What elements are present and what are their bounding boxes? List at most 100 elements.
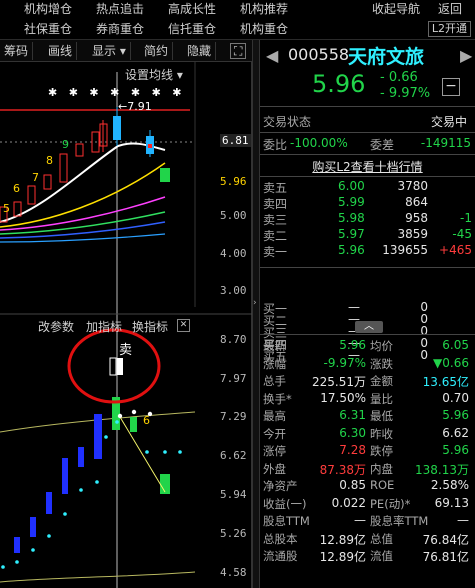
stat-label: 均价 — [370, 339, 393, 353]
change-params-button[interactable]: 改参数 — [38, 318, 74, 335]
trade-status-row: 交易状态 交易中 — [260, 113, 475, 130]
stat-value: 87.38万 — [319, 462, 366, 477]
menu-institutional-increase[interactable]: 机构增仓 — [24, 0, 72, 17]
stat-row: 涨停 7.28 跌停 5.96 — [260, 443, 475, 460]
sub-line — [119, 416, 166, 493]
stat-label: 今开 — [263, 426, 286, 441]
next-stock-icon[interactable]: ▶ — [460, 46, 472, 65]
stat-label: 量比 — [370, 391, 393, 406]
switch-indicator-button[interactable]: 换指标 — [132, 318, 168, 335]
ask-change: -45 — [452, 227, 472, 241]
menu-high-growth[interactable]: 高成长性 — [168, 0, 216, 17]
stat-row: 换手* 17.50% 量比 0.70 — [260, 391, 475, 408]
stat-value: 6.31 — [339, 408, 366, 422]
ask-level-row[interactable]: 卖二 5.97 3859 -45 — [260, 227, 475, 244]
menu-collapse-nav[interactable]: 收起导航 — [372, 0, 420, 17]
stat-label: 外盘 — [263, 461, 286, 476]
collapse-orderbook-icon[interactable]: ︿ — [355, 321, 383, 333]
stat-value: 17.50% — [320, 390, 366, 405]
sell-signal-circle — [67, 328, 161, 404]
stock-name: 天府文旅 — [348, 46, 425, 68]
display-dropdown[interactable]: 显示 ▾ — [88, 42, 131, 60]
ask-level-row[interactable]: 卖四 5.99 864 — [260, 195, 475, 212]
stat-value: — — [354, 513, 366, 527]
menu-broker-holdings[interactable]: 券商重仓 — [96, 20, 144, 37]
stat-row: 收益(一) 0.022 PE(动)* 69.13 — [260, 496, 475, 513]
td-count: 5 — [3, 202, 10, 215]
stat-label: 股息率TTM — [370, 514, 429, 528]
remove-watchlist-icon[interactable]: − — [442, 78, 460, 96]
stat-row: 净资产 0.85 ROE 2.58% — [260, 478, 475, 495]
td-count: 6 — [13, 182, 20, 195]
l2-promo-link[interactable]: 购买L2查看十档行情 — [312, 160, 422, 174]
stat-label: 涨幅 — [263, 356, 286, 371]
stat-value: 13.65亿 — [422, 375, 469, 389]
stat-value: 138.13万 — [415, 462, 469, 477]
close-indicator-icon[interactable]: ✕ — [177, 319, 190, 332]
menu-back[interactable]: 返回 — [438, 0, 462, 17]
ask-price: 5.97 — [338, 227, 365, 241]
stat-row: 最高 6.31 最低 5.96 — [260, 408, 475, 425]
ask-level-row[interactable]: 卖三 5.98 958 -1 — [260, 211, 475, 228]
ma-settings-dropdown[interactable]: 设置均线 ▾ — [125, 66, 183, 83]
menu-social-security[interactable]: 社保重仓 — [24, 20, 72, 37]
menu-hotspot[interactable]: 热点追击 — [96, 0, 144, 17]
sub-axis-label: 7.97 — [220, 372, 247, 385]
stat-label: 最低 — [370, 409, 393, 423]
stat-value: -9.97% — [323, 355, 366, 370]
ask-label: 卖三 — [263, 213, 288, 227]
kline-chart-pane[interactable]: 设置均线 ▾ ✱ ✱ ✱ ✱ ✱ ✱ ✱ ←7.91 5 6 7 8 9 6.8… — [0, 62, 252, 588]
ask-price: 5.96 — [338, 243, 365, 257]
sub-bar — [46, 492, 52, 514]
ask-level-row[interactable]: 卖五 6.00 3780 — [260, 179, 475, 196]
menu-institution-holdings[interactable]: 机构重仓 — [240, 20, 288, 37]
stock-code: 000558 — [288, 45, 350, 64]
simple-button[interactable]: 简约 — [140, 42, 174, 60]
chips-button[interactable]: 筹码 — [0, 42, 34, 60]
price-label-prev-close: 6.81 — [220, 134, 251, 147]
stat-value: 0.70 — [442, 390, 469, 405]
draw-line-button[interactable]: 画线 — [44, 42, 78, 60]
stat-value: 76.81亿 — [422, 550, 469, 564]
weicha-label: 委差 — [370, 138, 395, 152]
stock-change: - 0.66 — [380, 70, 418, 85]
l2-open-badge[interactable]: L2开通 — [427, 21, 471, 37]
sell-signal-label: 卖 — [119, 343, 133, 358]
candle — [75, 143, 84, 157]
weibi-value: -100.00% — [290, 136, 348, 150]
hide-button[interactable]: 隐藏 — [183, 42, 217, 60]
stat-value: 5.96 — [442, 443, 469, 457]
stat-row: 总手 225.51万 金额 13.65亿 — [260, 373, 475, 390]
add-indicator-button[interactable]: 加指标 — [86, 318, 122, 335]
stat-label: 股息TTM — [263, 514, 310, 528]
ask-label: 卖四 — [263, 197, 288, 211]
stat-row: 流通股 12.89亿 流值 76.81亿 — [260, 548, 475, 565]
sub-axis-label: 8.70 — [220, 333, 247, 346]
ask-volume: 3780 — [397, 179, 428, 193]
stat-value: ▼0.66 — [433, 355, 469, 370]
stat-value: 6.62 — [442, 425, 469, 440]
td-count: 8 — [46, 154, 53, 167]
stat-row: 总股本 12.89亿 总值 76.84亿 — [260, 531, 475, 548]
pane-splitter[interactable]: › — [252, 40, 260, 588]
stock-price: 5.96 — [312, 70, 366, 98]
stat-label: 昨收 — [370, 426, 393, 441]
stat-label: 总值 — [370, 531, 393, 546]
chevron-right-icon[interactable]: › — [253, 298, 257, 308]
menu-trust-holdings[interactable]: 信托重仓 — [168, 20, 216, 37]
stat-row: 今开 6.30 昨收 6.62 — [260, 426, 475, 443]
ask-level-row[interactable]: 卖一 5.96 139655 +465 — [260, 243, 475, 260]
fullscreen-icon[interactable]: ⛶ — [230, 43, 247, 59]
ask-change: -1 — [460, 211, 472, 225]
ma20-line — [0, 196, 166, 231]
weibi-label: 委比 — [263, 138, 288, 152]
stat-value: 225.51万 — [312, 375, 366, 389]
trade-status-value: 交易中 — [430, 115, 467, 129]
menu-institutional-recommend[interactable]: 机构推荐 — [240, 0, 288, 17]
price-axis-label: 5.00 — [220, 209, 247, 222]
prev-stock-icon[interactable]: ◀ — [266, 46, 278, 65]
sub-bar — [14, 537, 20, 553]
stat-label: 跌停 — [370, 444, 393, 458]
stat-row: 涨幅 -9.97% 涨跌 ▼0.66 — [260, 356, 475, 373]
candle — [59, 153, 68, 183]
